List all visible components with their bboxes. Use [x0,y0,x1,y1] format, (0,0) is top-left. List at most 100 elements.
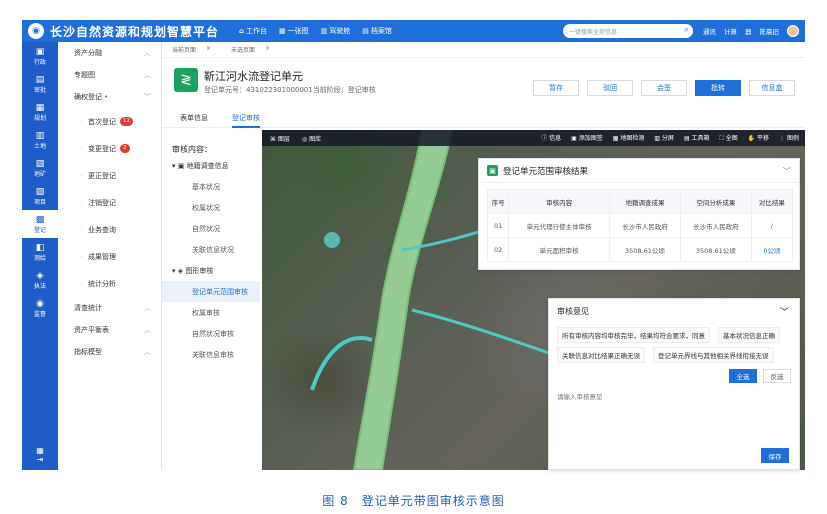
info-button[interactable]: ⓘ 信息 [541,133,561,143]
tree-item[interactable]: 权属审核 [162,302,260,323]
nav-one-map[interactable]: ▦ 一张图 [279,26,309,36]
opinion-chip[interactable]: 登记单元界线与其他相关界线衔接无误 [653,347,774,363]
tree-item[interactable]: 基本状况 [162,176,260,197]
tree-item-selected[interactable]: 登记单元范围审核 [162,281,260,302]
col-header: 空间分析成果 [679,189,752,214]
select-row: 全选 反选 [549,367,799,385]
opinion-chip[interactable]: 基本状况信息正确 [718,327,780,343]
menu-change-register[interactable]: · 变更登记 2 [58,135,161,162]
tree-item[interactable]: 关联信息状况 [162,239,260,260]
tree-group-cadastral[interactable]: ▾ ▣ 地籍调查信息 [162,155,260,176]
register-icon: ▩ [35,214,45,225]
tab-current[interactable]: 当前页面 × [162,45,221,54]
planning-icon: ▦ [35,102,45,113]
leftnav-supervise[interactable]: ◉ 监督 [22,294,58,322]
eye-icon: ◉ [36,298,44,309]
global-search-input[interactable]: 一键搜索全部信息 ⌕ [563,24,693,38]
opinion-chip[interactable]: 关联信息对比结果正确无误 [557,347,645,363]
forward-button[interactable]: 批转 [695,80,741,96]
search-placeholder: 一键搜索全部信息 [569,28,618,36]
nav-workbench[interactable]: ⌂ 工作台 [239,26,267,36]
shield-icon: ◈ [36,270,44,281]
tree-group-graphic[interactable]: ▾ ◈ 图形审核 [162,260,260,281]
leftnav-register[interactable]: ▩ 登记 [22,210,58,238]
menu-correct-register[interactable]: · 更正登记 [58,162,161,189]
user-name[interactable]: 陈晨旧 [760,26,780,36]
close-icon[interactable]: × [265,45,270,54]
top-bar: ◉ 长沙自然资源和规划智慧平台 ⌂ 工作台 ▦ 一张图 ▥ 驾驶舱 ▤ 档案馆 一键搜索… [22,20,805,42]
save-button[interactable]: 保存 [761,448,789,463]
layers-button[interactable]: ⌘ 图层 [270,134,290,143]
message-tool[interactable]: 通讯 [703,26,716,36]
full-extent-button[interactable]: ⛶ 全图 [720,133,738,143]
menu-group-inventory[interactable]: 清查统计 ︿ [58,297,161,319]
nav-cockpit[interactable]: ▥ 驾驶舱 [321,26,351,36]
page-subtitle: 登记单元号：431022301000001当前阶段：登记审核 [204,86,376,94]
menu-group-thematic[interactable]: 专题图 ︿ [58,64,161,86]
menu-group-rights[interactable]: 确权登记 • ﹀ [58,86,161,108]
result-header[interactable]: ▣ 登记单元范围审核结果 ﹀ [479,159,799,183]
menu-results[interactable]: · 成果管理 [58,243,161,270]
tab-other[interactable]: 未选页面 × [221,45,280,54]
save-draft-button[interactable]: 暂存 [533,80,579,96]
chevron-down-icon[interactable]: ﹀ [780,305,789,318]
gallery-button[interactable]: ◎ 图库 [302,134,321,143]
close-icon[interactable]: × [206,45,211,54]
required-dot: • [104,93,109,101]
reject-button[interactable]: 驳回 [587,80,633,96]
legend-button[interactable]: ⋮ 图例 [779,133,799,143]
leftnav-mine[interactable]: ▧ 地矿 [22,154,58,182]
opinion-input[interactable] [557,391,793,433]
menu-cancel-register[interactable]: · 注销登记 [58,189,161,216]
invert-select-button[interactable]: 反选 [763,369,791,383]
chevron-up-icon: ︿ [144,326,151,334]
leftnav-survey[interactable]: ◧ 测绘 [22,238,58,266]
app-title: 长沙自然资源和规划智慧平台 [50,24,220,39]
tree-item[interactable]: 自然状况审核 [162,323,260,344]
map-icon: ▦ [279,27,286,35]
apps-tool[interactable]: 器 [745,26,752,36]
caret-down-icon: ▾ ▣ [172,161,187,170]
result-table: 序号 审核内容 地籍调查成果 空间分析成果 对比结果 01 单元代理行使主体审核… [486,189,794,262]
review-result-panel: ▣ 登记单元范围审核结果 ﹀ 序号 审核内容 地籍调查成果 空间分析成果 对比结… [478,158,800,270]
chevron-down-icon: ﹀ [144,93,151,101]
leftnav-enforce[interactable]: ◈ 执法 [22,266,58,294]
leftnav-planning[interactable]: ▦ 规划 [22,98,58,126]
pan-button[interactable]: ✋ 平移 [748,133,769,143]
leftnav-approval[interactable]: ▤ 审批 [22,70,58,98]
leftnav-admin[interactable]: ▣ 行政 [22,42,58,70]
review-opinion-panel: 审核意见 ﹀ 所有审核内容均审核完毕，结果均符合要求，同意 基本状况信息正确 关… [548,298,800,470]
opinion-header[interactable]: 审核意见 ﹀ [549,299,799,323]
avatar[interactable] [787,25,799,37]
grid-menu-icon[interactable]: ▦ ⇥ [22,446,58,464]
tab-form-info[interactable]: 表单信息 [180,110,208,128]
add-tag-button[interactable]: ▣ 添加图签 [571,133,603,143]
tab-register-review[interactable]: 登记审核 [232,110,260,128]
calc-tool[interactable]: 计算 [724,26,737,36]
select-all-button[interactable]: 全选 [729,369,757,383]
search-icon[interactable]: ⌕ [684,25,689,35]
map-check-button[interactable]: ▦ 地图检测 [613,133,645,143]
menu-first-register[interactable]: · 首次登记 12 [58,108,161,135]
menu-group-balance[interactable]: 资产平衡表 ︿ [58,319,161,341]
menu-group-assets[interactable]: 资产分融 ︿ [58,42,161,64]
leftnav-project[interactable]: ▨ 项目 [22,182,58,210]
info-box-button[interactable]: 信息盒 [749,80,795,96]
dashboard-icon: ▥ [320,27,328,35]
opinion-chip[interactable]: 所有审核内容均审核完毕，结果均符合要求，同意 [557,327,710,343]
split-button[interactable]: ▥ 分屏 [654,133,674,143]
menu-business-query[interactable]: · 业务查询 [58,216,161,243]
admin-icon: ▣ [35,46,45,57]
chevron-down-icon[interactable]: ﹀ [782,165,791,177]
opinion-chips: 所有审核内容均审核完毕，结果均符合要求，同意 基本状况信息正确 关联信息对比结果… [549,323,799,367]
tree-item[interactable]: 自然状况 [162,218,260,239]
leftnav-land[interactable]: ▥ 土地 [22,126,58,154]
menu-group-indicators[interactable]: 指标模型 ︿ [58,341,161,363]
tree-item[interactable]: 权属状况 [162,197,260,218]
figure-caption: 图 8 登记单元带图审核示意图 [322,494,505,508]
nav-archive[interactable]: ▤ 档案馆 [362,26,392,36]
toolbox-button[interactable]: ▤ 工具箱 [684,133,710,143]
menu-statistics[interactable]: · 统计分析 [58,270,161,297]
countersign-button[interactable]: 会签 [641,80,687,96]
tree-item[interactable]: 关联信息审核 [162,344,260,365]
